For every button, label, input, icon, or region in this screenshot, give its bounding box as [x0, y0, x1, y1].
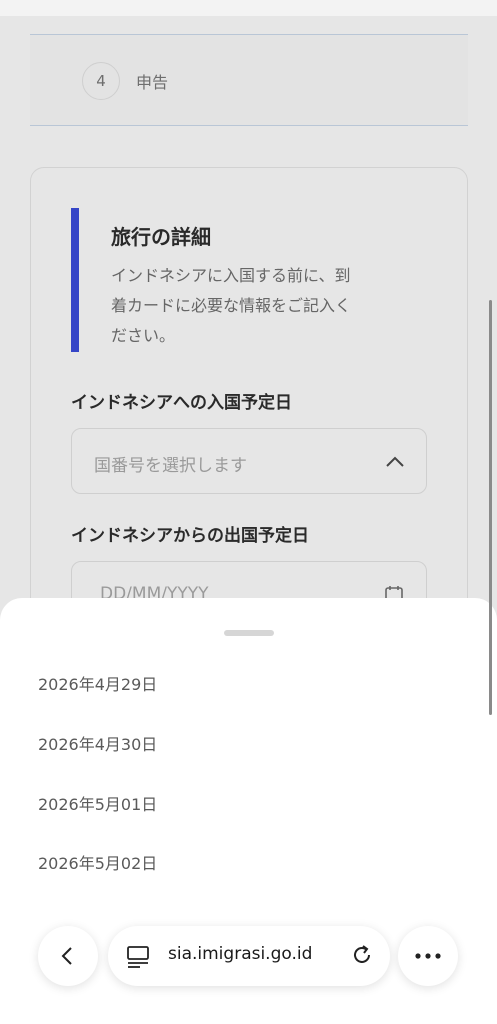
arrival-date-select[interactable]: 国番号を選択します [71, 428, 427, 494]
address-bar[interactable]: sia.imigrasi.go.id [108, 926, 390, 986]
chevron-up-icon [386, 456, 404, 467]
sheet-handle[interactable] [224, 630, 274, 636]
chevron-left-icon [61, 947, 72, 965]
scrollbar[interactable] [489, 300, 492, 715]
more-horizontal-icon [415, 953, 441, 959]
description-line: インドネシアに入国する前に、到 [111, 266, 351, 285]
date-option[interactable]: 2026年5月01日 [38, 791, 157, 815]
url-text: sia.imigrasi.go.id [168, 944, 313, 964]
step-indicator: 4 申告 [30, 34, 468, 126]
back-button[interactable] [38, 926, 98, 986]
card-title: 旅行の詳細 [111, 225, 211, 249]
description-line: ださい。 [111, 326, 176, 345]
reload-icon[interactable] [350, 943, 374, 967]
arrival-date-placeholder: 国番号を選択します [94, 456, 247, 476]
accent-bar [71, 208, 79, 352]
step-number: 4 [82, 62, 120, 100]
arrival-date-label: インドネシアへの入国予定日 [71, 393, 292, 413]
description-line: 着カードに必要な情報をご記入く [111, 296, 352, 315]
page-icon [127, 946, 149, 968]
departure-date-label: インドネシアからの出国予定日 [71, 526, 309, 546]
date-option[interactable]: 2026年4月30日 [38, 731, 157, 755]
card-description: インドネシアに入国する前に、到 着カードに必要な情報をご記入く ださい。 [111, 261, 411, 351]
top-strip [0, 0, 497, 16]
more-button[interactable] [398, 926, 458, 986]
date-option[interactable]: 2026年5月02日 [38, 850, 157, 874]
step-label: 申告 [136, 73, 169, 92]
date-option[interactable]: 2026年4月29日 [38, 671, 157, 695]
